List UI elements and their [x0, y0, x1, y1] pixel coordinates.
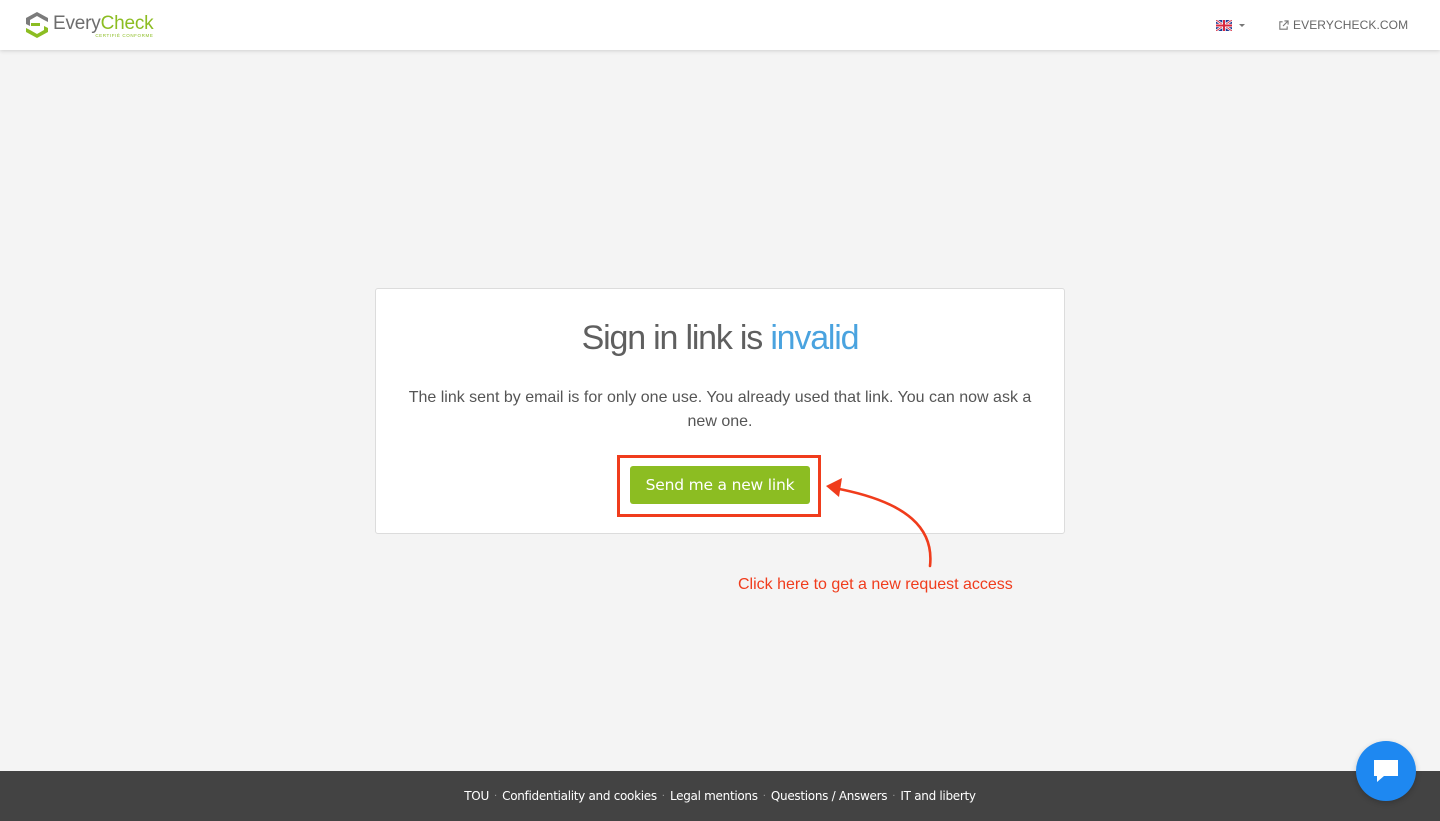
chevron-down-icon	[1239, 23, 1245, 27]
everycheck-logo[interactable]: EveryCheck CERTIFIÉ CONFORME	[25, 11, 154, 39]
top-navbar: EveryCheck CERTIFIÉ CONFORME EVERYCHECK.…	[0, 0, 1440, 50]
logo-word-check: Check	[100, 13, 154, 34]
uk-flag-icon	[1216, 19, 1232, 31]
logo-tagline: CERTIFIÉ CONFORME	[95, 33, 154, 38]
footer-link-it-and-liberty[interactable]: IT and liberty	[900, 789, 976, 803]
send-new-link-button[interactable]: Send me a new link	[630, 466, 810, 504]
footer-separator: ·	[892, 790, 896, 802]
footer-separator: ·	[762, 790, 766, 802]
site-link-label: EVERYCHECK.COM	[1293, 18, 1409, 32]
footer-link-questions-answers[interactable]: Questions / Answers	[771, 789, 888, 803]
footer-separator: ·	[661, 790, 665, 802]
everycheck-logo-mark-icon	[26, 12, 48, 38]
chat-widget-button[interactable]	[1356, 741, 1416, 801]
footer: TOU · Confidentiality and cookies · Lega…	[0, 771, 1440, 821]
title-main-text: Sign in link is	[581, 319, 771, 357]
chat-bubble-icon	[1374, 760, 1398, 782]
annotation-arrow-icon	[826, 478, 932, 568]
external-link-icon	[1279, 19, 1289, 30]
logo-word-every: Every	[53, 13, 101, 34]
title-accent-text: invalid	[770, 319, 859, 357]
invalid-link-card: Sign in link is invalid The link sent by…	[375, 288, 1065, 534]
annotation-text: Click here to get a new request access	[738, 576, 1013, 593]
invalid-link-description: The link sent by email is for only one u…	[408, 389, 1032, 430]
page-title: Sign in link is invalid	[376, 319, 1064, 358]
footer-link-tou[interactable]: TOU	[464, 789, 489, 803]
footer-link-legal-mentions[interactable]: Legal mentions	[670, 789, 758, 803]
everycheck-site-link[interactable]: EVERYCHECK.COM	[1278, 17, 1408, 33]
footer-link-confidentiality[interactable]: Confidentiality and cookies	[502, 789, 657, 803]
footer-separator: ·	[493, 790, 498, 802]
language-dropdown[interactable]	[1216, 18, 1245, 32]
